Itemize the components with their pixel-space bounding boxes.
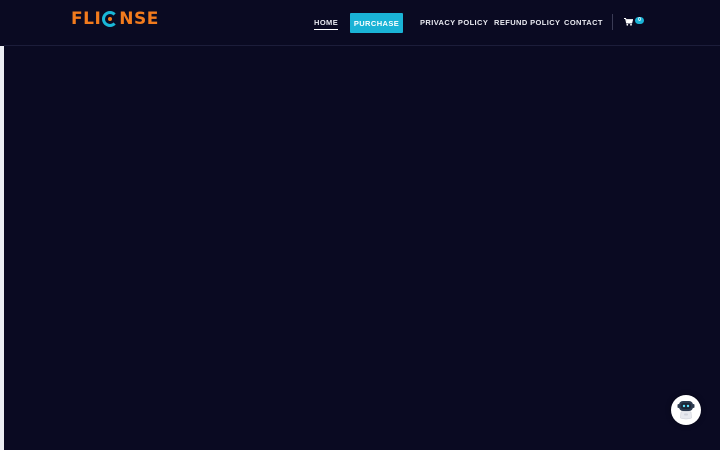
nav-refund-policy[interactable]: REFUND POLICY	[494, 18, 560, 27]
left-edge-strip	[0, 0, 4, 450]
nav-purchase-button[interactable]: PURCHASE	[350, 13, 403, 33]
cart-count-badge: 0	[635, 17, 644, 24]
chat-widget-button[interactable]	[671, 395, 701, 425]
cart-button[interactable]: 0	[624, 17, 644, 29]
nav-home[interactable]: HOME	[314, 18, 339, 30]
nav-privacy-policy[interactable]: PRIVACY POLICY	[420, 18, 488, 27]
shopping-cart-icon	[624, 18, 633, 26]
nav-contact[interactable]: CONTACT	[564, 18, 603, 27]
main-nav: HOME PURCHASE PRIVACY POLICY REFUND POLI…	[4, 0, 720, 46]
robot-chat-icon	[677, 401, 695, 420]
page: FLI NSE HOME PURCHASE PRIVACY POLICY REF…	[0, 0, 720, 450]
nav-divider	[612, 14, 613, 30]
site-header: FLI NSE HOME PURCHASE PRIVACY POLICY REF…	[4, 0, 720, 46]
active-underline	[314, 28, 339, 30]
